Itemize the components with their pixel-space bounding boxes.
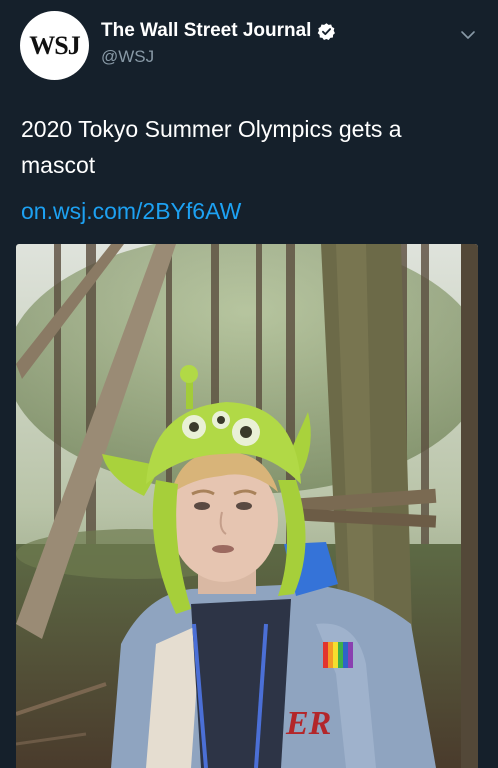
author-handle[interactable]: @WSJ (101, 47, 154, 67)
avatar[interactable]: WSJ (20, 11, 89, 80)
jacket-lettering: ER (285, 705, 331, 742)
rainbow-patch (323, 642, 353, 668)
author-display-name[interactable]: The Wall Street Journal (101, 20, 311, 42)
tweet-card[interactable]: WSJ The Wall Street Journal @WSJ 2020 To… (0, 0, 498, 768)
tweet-photo[interactable]: ER (16, 244, 478, 768)
avatar-logo-text: WSJ (29, 30, 80, 60)
author-name-row: The Wall Street Journal (101, 20, 336, 42)
verified-badge-icon (318, 22, 336, 40)
tweet-link[interactable]: on.wsj.com/2BYf6AW (21, 193, 241, 229)
tweet-text: 2020 Tokyo Summer Olympics gets a mascot (21, 116, 402, 178)
chevron-down-icon[interactable] (459, 26, 477, 44)
forest-photo-illustration: ER (16, 244, 478, 768)
